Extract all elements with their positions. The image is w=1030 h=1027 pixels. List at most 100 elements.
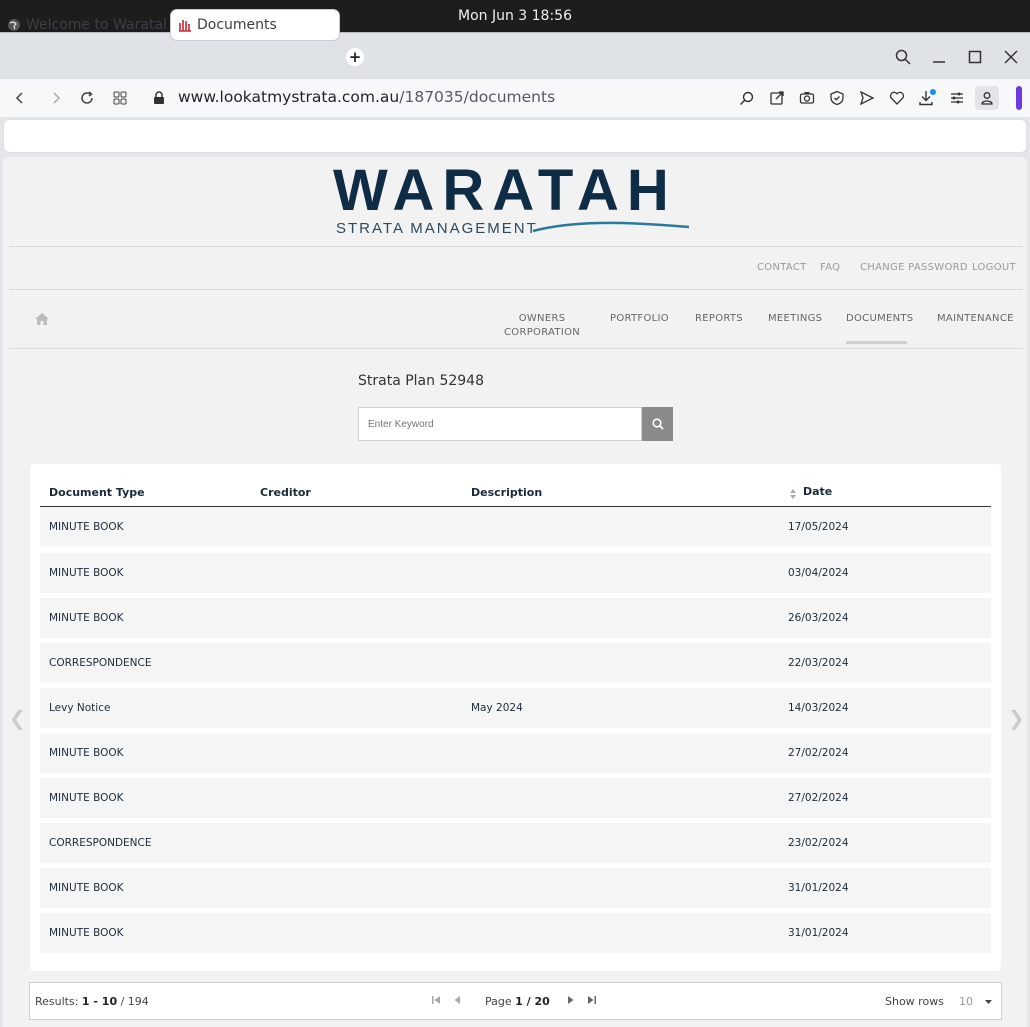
- cell-document-type[interactable]: Levy Notice: [49, 702, 110, 714]
- search-page-icon[interactable]: [737, 88, 757, 108]
- nav-documents[interactable]: DOCUMENTS: [846, 312, 913, 326]
- url-domain: www.lookatmystrata.com.au: [178, 88, 400, 106]
- minimize-icon[interactable]: [929, 47, 949, 67]
- table-row[interactable]: MINUTE BOOK 17/05/2024: [40, 507, 991, 547]
- speed-dial-icon[interactable]: [110, 88, 130, 108]
- cell-date: 23/02/2024: [788, 837, 849, 849]
- column-header-date[interactable]: Date: [803, 485, 832, 498]
- last-page-icon[interactable]: [587, 995, 597, 1008]
- cell-document-type[interactable]: MINUTE BOOK: [49, 521, 124, 533]
- chevron-down-icon[interactable]: [985, 995, 992, 1008]
- cell-date: 17/05/2024: [788, 521, 849, 533]
- table-row[interactable]: CORRESPONDENCE 22/03/2024: [40, 643, 991, 683]
- table-row[interactable]: MINUTE BOOK 27/02/2024: [40, 778, 991, 818]
- table-row[interactable]: MINUTE BOOK 31/01/2024: [40, 868, 991, 908]
- table-row[interactable]: CORRESPONDENCE 23/02/2024: [40, 823, 991, 863]
- show-rows-select[interactable]: 10: [959, 995, 973, 1008]
- profile-icon[interactable]: [975, 86, 999, 110]
- previous-page-icon[interactable]: [453, 995, 461, 1008]
- cell-date: 03/04/2024: [788, 567, 849, 579]
- url-path: /187035/documents: [399, 88, 556, 106]
- column-header-document-type[interactable]: Document Type: [49, 486, 145, 499]
- divider: [9, 348, 1023, 349]
- next-page-icon[interactable]: [567, 995, 575, 1008]
- cell-document-type[interactable]: MINUTE BOOK: [49, 927, 124, 939]
- nav-label: CORPORATION: [504, 327, 581, 338]
- table-row[interactable]: MINUTE BOOK 27/02/2024: [40, 733, 991, 773]
- cell-document-type[interactable]: CORRESPONDENCE: [49, 657, 151, 669]
- first-page-icon[interactable]: [431, 995, 441, 1008]
- contact-link[interactable]: CONTACT: [757, 262, 807, 273]
- page-indicator: Page 1 / 20: [485, 995, 550, 1008]
- column-header-creditor[interactable]: Creditor: [260, 486, 311, 499]
- search-input[interactable]: [358, 407, 642, 441]
- page-prefix: Page: [485, 995, 516, 1008]
- next-arrow-icon[interactable]: ❯: [1008, 706, 1025, 730]
- pagination-bar: Results: 1 - 10 / 194 Page 1 / 20 Show r…: [29, 982, 1002, 1020]
- lock-icon[interactable]: [149, 88, 169, 108]
- change-password-link[interactable]: CHANGE PASSWORD: [860, 262, 968, 273]
- documents-table: Document Type Creditor Description Date …: [30, 464, 1001, 971]
- search-tabs-icon[interactable]: [893, 47, 913, 67]
- faq-link[interactable]: FAQ: [820, 262, 840, 273]
- download-icon[interactable]: [917, 88, 937, 108]
- sidebar-panel-indicator[interactable]: [1016, 86, 1022, 110]
- cell-document-type[interactable]: MINUTE BOOK: [49, 882, 124, 894]
- nav-maintenance[interactable]: MAINTENANCE: [937, 312, 1014, 326]
- nav-owners-corporation[interactable]: OWNERS CORPORATION: [504, 312, 580, 340]
- waratah-favicon-icon: [177, 17, 193, 33]
- page-title: Strata Plan 52948: [358, 373, 484, 389]
- show-rows-label: Show rows: [885, 995, 944, 1008]
- cell-date: 27/02/2024: [788, 792, 849, 804]
- table-row[interactable]: MINUTE BOOK 03/04/2024: [40, 553, 991, 593]
- results-range: 1 - 10: [81, 995, 118, 1008]
- cell-date: 14/03/2024: [788, 702, 849, 714]
- back-icon[interactable]: [10, 88, 30, 108]
- tab-welcome[interactable]: Welcome to Waratah: [6, 10, 166, 40]
- cell-date: 31/01/2024: [788, 882, 849, 894]
- clock[interactable]: Mon Jun 3 18:56: [458, 8, 572, 24]
- close-icon[interactable]: [1001, 47, 1021, 67]
- url-field[interactable]: www.lookatmystrata.com.au/187035/documen…: [178, 88, 555, 106]
- heart-icon[interactable]: [887, 88, 907, 108]
- divider: [9, 246, 1023, 247]
- tab-label: Documents: [197, 17, 277, 33]
- nav-active-indicator: [846, 341, 907, 344]
- table-row[interactable]: MINUTE BOOK 26/03/2024: [40, 598, 991, 638]
- camera-icon[interactable]: [797, 88, 817, 108]
- cell-document-type[interactable]: MINUTE BOOK: [49, 747, 124, 759]
- cell-document-type[interactable]: MINUTE BOOK: [49, 567, 124, 579]
- logout-link[interactable]: LOGOUT: [972, 262, 1016, 273]
- previous-arrow-icon[interactable]: ❮: [9, 706, 26, 730]
- cell-document-type[interactable]: MINUTE BOOK: [49, 612, 124, 624]
- results-total: / 194: [117, 995, 149, 1008]
- share-icon[interactable]: [767, 88, 787, 108]
- nav-portfolio[interactable]: PORTFOLIO: [610, 312, 669, 326]
- search-icon: [651, 418, 664, 430]
- table-row[interactable]: Levy Notice May 2024 14/03/2024: [40, 688, 991, 728]
- tab-documents[interactable]: Documents: [171, 10, 339, 40]
- new-tab-button[interactable]: +: [346, 48, 364, 66]
- tab-label: Welcome to Waratah: [26, 17, 166, 33]
- logo-waratah[interactable]: WARATAH: [333, 157, 677, 224]
- nav-meetings[interactable]: MEETINGS: [768, 312, 822, 326]
- page-current: 1 / 20: [515, 995, 550, 1008]
- results-prefix: Results:: [35, 995, 82, 1008]
- sort-icon[interactable]: [790, 489, 796, 499]
- shield-icon[interactable]: [827, 88, 847, 108]
- cell-document-type[interactable]: MINUTE BOOK: [49, 792, 124, 804]
- results-count: Results: 1 - 10 / 194: [35, 995, 149, 1008]
- table-row[interactable]: MINUTE BOOK 31/01/2024: [40, 913, 991, 953]
- maximize-icon[interactable]: [965, 47, 985, 67]
- cell-document-type[interactable]: CORRESPONDENCE: [49, 837, 151, 849]
- forward-icon[interactable]: [46, 88, 66, 108]
- reload-icon[interactable]: [77, 88, 97, 108]
- column-header-description[interactable]: Description: [471, 486, 542, 499]
- settings-sliders-icon[interactable]: [947, 88, 967, 108]
- cell-description: May 2024: [471, 702, 523, 714]
- send-icon[interactable]: [857, 88, 877, 108]
- cell-date: 31/01/2024: [788, 927, 849, 939]
- nav-reports[interactable]: REPORTS: [695, 312, 743, 326]
- home-icon[interactable]: [34, 311, 50, 330]
- search-button[interactable]: [642, 407, 673, 441]
